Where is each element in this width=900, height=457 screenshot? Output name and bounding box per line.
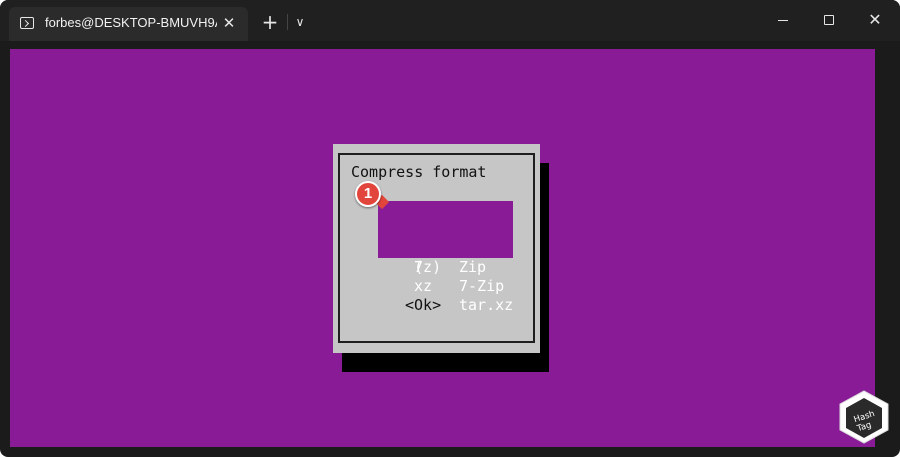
radio-option-7z[interactable]: ( ) 7z 7-Zip <box>378 220 513 295</box>
new-tab-button[interactable]: + <box>260 12 280 32</box>
title-bar: forbes@DESKTOP-BMUVH9A: ✕ + ∨ ✕ <box>0 0 900 41</box>
option-label: 7-Zip <box>459 277 505 295</box>
terminal-icon <box>20 17 34 29</box>
hashtag-logo-icon: Hash Tag <box>839 390 889 444</box>
radio-option-zip[interactable]: (*) zip Zip <box>378 201 513 276</box>
close-tab-icon[interactable]: ✕ <box>220 14 238 32</box>
minimize-icon <box>778 20 788 21</box>
close-icon: ✕ <box>868 10 882 29</box>
step-callout-badge: 1 <box>355 181 381 207</box>
maximize-icon <box>824 15 834 25</box>
radio-mark <box>423 258 432 277</box>
close-window-button[interactable]: ✕ <box>853 4 897 36</box>
dialog-title: Compress format <box>351 163 487 181</box>
maximize-button[interactable] <box>807 4 851 36</box>
compress-format-dialog: Compress format (*) zip Zip ( ) 7z 7-Zip… <box>333 144 540 353</box>
option-code: xz <box>414 277 433 295</box>
minimize-button[interactable] <box>761 4 805 36</box>
tab-title: forbes@DESKTOP-BMUVH9A: <box>45 15 217 30</box>
option-label: Zip <box>459 258 487 276</box>
divider <box>287 14 288 30</box>
ok-button[interactable]: <Ok> <box>405 296 441 314</box>
radio-option-xz[interactable]: ( ) xz tar.xz <box>378 239 513 314</box>
terminal-tab[interactable]: forbes@DESKTOP-BMUVH9A: ✕ <box>9 7 248 41</box>
tab-dropdown-button[interactable]: ∨ <box>291 13 309 31</box>
option-label: tar.xz <box>459 296 514 314</box>
